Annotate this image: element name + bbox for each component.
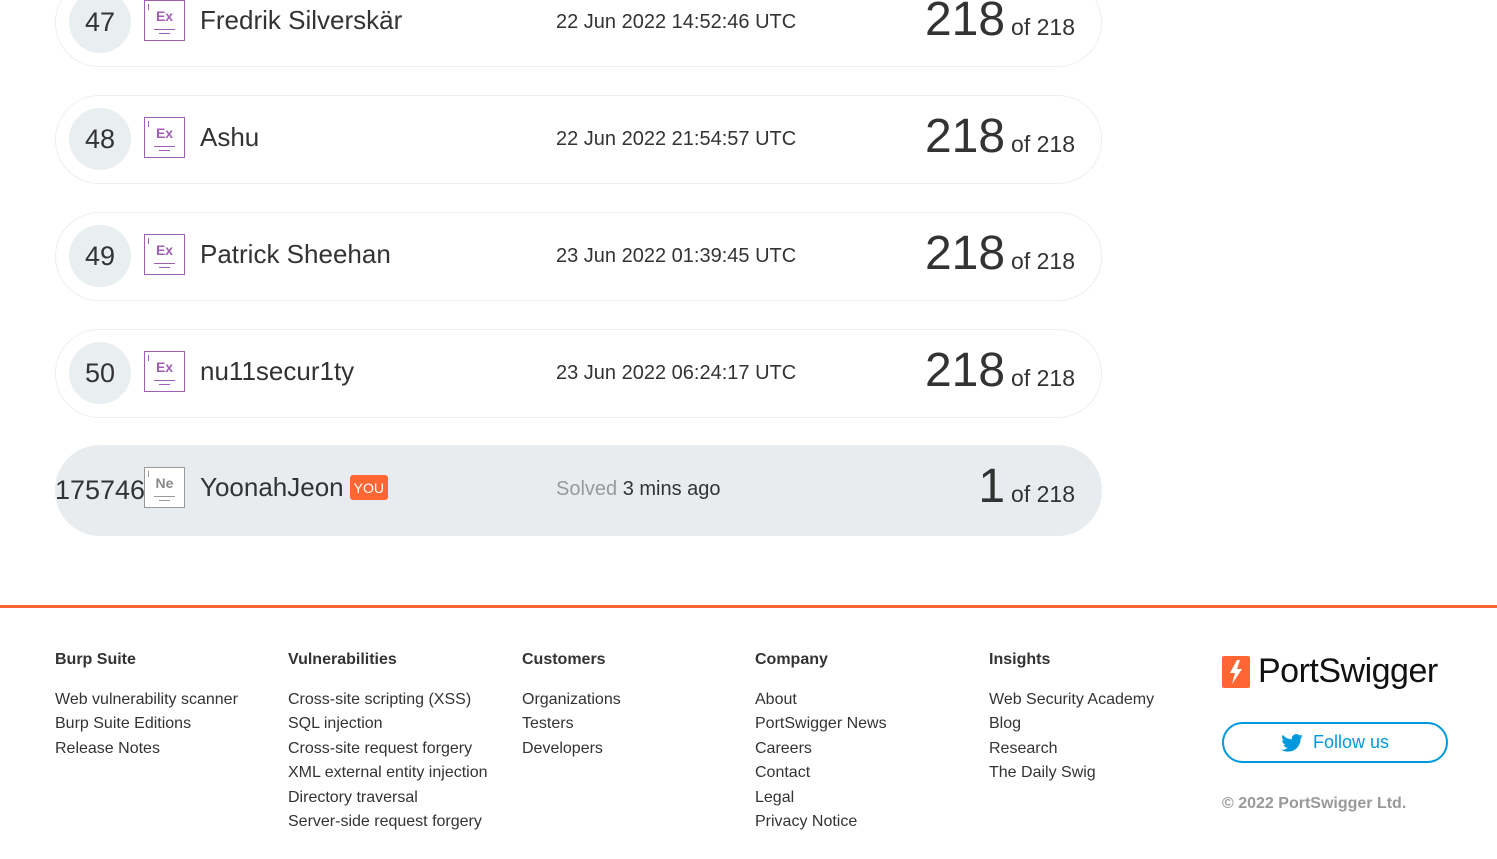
leaderboard-row: 50 Ex nu11secur1ty 23 Jun 2022 06:24:17 … [55, 329, 1102, 418]
score-total: of 218 [1011, 14, 1075, 40]
rank-number: 50 [69, 342, 131, 404]
expert-level-icon: Ex [144, 351, 185, 392]
score-value: 1 [978, 460, 1006, 513]
footer-link[interactable]: Research [989, 737, 1154, 761]
rank-number: 48 [69, 108, 131, 170]
score: 218 of 218 [925, 0, 1075, 47]
footer-column-company: Company About PortSwigger News Careers C… [755, 651, 887, 834]
follow-us-button[interactable]: Follow us [1222, 722, 1448, 763]
expert-level-icon: Ex [144, 117, 185, 158]
score: 218 of 218 [925, 226, 1075, 281]
footer-column-title: Company [755, 651, 828, 668]
score-total: of 218 [1011, 248, 1075, 274]
footer-link[interactable]: Release Notes [55, 737, 238, 761]
completion-date: 22 Jun 2022 14:52:46 UTC [556, 11, 797, 33]
solved-time-value: 3 mins ago [622, 478, 721, 500]
logo-text: PortSwigger [1258, 652, 1438, 690]
score-value: 218 [924, 227, 1006, 280]
footer-column-vulnerabilities: Vulnerabilities Cross-site scripting (XS… [288, 651, 488, 834]
footer-link[interactable]: Legal [755, 786, 887, 810]
footer-link[interactable]: Testers [522, 712, 621, 736]
newcomer-level-icon: Ne [144, 467, 185, 508]
portswigger-logo[interactable]: PortSwigger [1222, 652, 1438, 691]
rank-number: 47 [69, 0, 131, 53]
user-name: YoonahJeon YOU [200, 472, 388, 503]
footer-link[interactable]: SQL injection [288, 712, 488, 736]
solved-label: Solved [556, 478, 618, 500]
score-value: 218 [924, 0, 1006, 46]
copyright-text: © 2022 PortSwigger Ltd. [1222, 795, 1407, 812]
user-name: Fredrik Silverskär [200, 5, 403, 35]
leaderboard-row-current-user: 175746 Ne YoonahJeon YOU Solved 3 mins ag… [55, 445, 1102, 536]
footer-link[interactable]: Developers [522, 737, 621, 761]
user-name-text: YoonahJeon [200, 472, 344, 502]
portswigger-logo-icon [1222, 655, 1250, 688]
rank-number: 175746 [54, 474, 146, 505]
footer-column-customers: Customers Organizations Testers Develope… [522, 651, 621, 761]
footer-column-title: Insights [989, 651, 1051, 668]
footer-column-burp-suite: Burp Suite Web vulnerability scanner Bur… [55, 651, 238, 761]
score-total: of 218 [1011, 131, 1075, 157]
twitter-icon [1281, 733, 1303, 752]
expert-level-icon: Ex [144, 234, 185, 275]
score-value: 218 [924, 110, 1006, 163]
footer-link[interactable]: PortSwigger News [755, 712, 887, 736]
user-name: nu11secur1ty [200, 356, 355, 386]
footer-link[interactable]: Server-side request forgery [288, 810, 488, 834]
footer-link[interactable]: Cross-site request forgery [288, 737, 488, 761]
score: 218 of 218 [925, 343, 1075, 398]
footer-column-title: Vulnerabilities [288, 651, 397, 668]
completion-date: 22 Jun 2022 21:54:57 UTC [556, 128, 797, 150]
completion-date: 23 Jun 2022 06:24:17 UTC [556, 362, 797, 384]
leaderboard-row: 47 Ex Fredrik Silverskär 22 Jun 2022 14:… [55, 0, 1102, 67]
footer-link[interactable]: Careers [755, 737, 887, 761]
score: 218 of 218 [925, 109, 1075, 164]
leaderboard-row: 49 Ex Patrick Sheehan 23 Jun 2022 01:39:… [55, 212, 1102, 301]
follow-us-label: Follow us [1312, 732, 1390, 752]
score-total: of 218 [1011, 365, 1075, 391]
you-badge: YOU [349, 474, 388, 500]
footer-link[interactable]: Contact [755, 761, 887, 785]
score: 1 of 218 [978, 459, 1075, 514]
score-total: of 218 [1011, 481, 1075, 507]
footer-link[interactable]: Organizations [522, 688, 621, 712]
user-name: Patrick Sheehan [200, 239, 391, 269]
completion-date: 23 Jun 2022 01:39:45 UTC [556, 245, 797, 267]
expert-level-icon: Ex [144, 0, 185, 41]
footer-link[interactable]: Privacy Notice [755, 810, 887, 834]
footer-link[interactable]: The Daily Swig [989, 761, 1154, 785]
footer-link[interactable]: Cross-site scripting (XSS) [288, 688, 488, 712]
footer-column-title: Customers [522, 651, 606, 668]
footer-divider [0, 605, 1497, 608]
footer-column-insights: Insights Web Security Academy Blog Resea… [989, 651, 1154, 786]
footer-link[interactable]: Blog [989, 712, 1154, 736]
footer-link[interactable]: Directory traversal [288, 786, 488, 810]
solved-time: Solved 3 mins ago [556, 478, 721, 501]
footer-link[interactable]: Web vulnerability scanner [55, 688, 238, 712]
rank-number: 49 [69, 225, 131, 287]
footer-link[interactable]: XML external entity injection [288, 761, 488, 785]
score-value: 218 [924, 344, 1006, 397]
footer-link[interactable]: Burp Suite Editions [55, 712, 238, 736]
leaderboard-row: 48 Ex Ashu 22 Jun 2022 21:54:57 UTC 218 o… [55, 95, 1102, 184]
footer-link[interactable]: Web Security Academy [989, 688, 1154, 712]
footer-link[interactable]: About [755, 688, 887, 712]
footer-column-title: Burp Suite [55, 651, 136, 668]
user-name: Ashu [200, 122, 260, 152]
